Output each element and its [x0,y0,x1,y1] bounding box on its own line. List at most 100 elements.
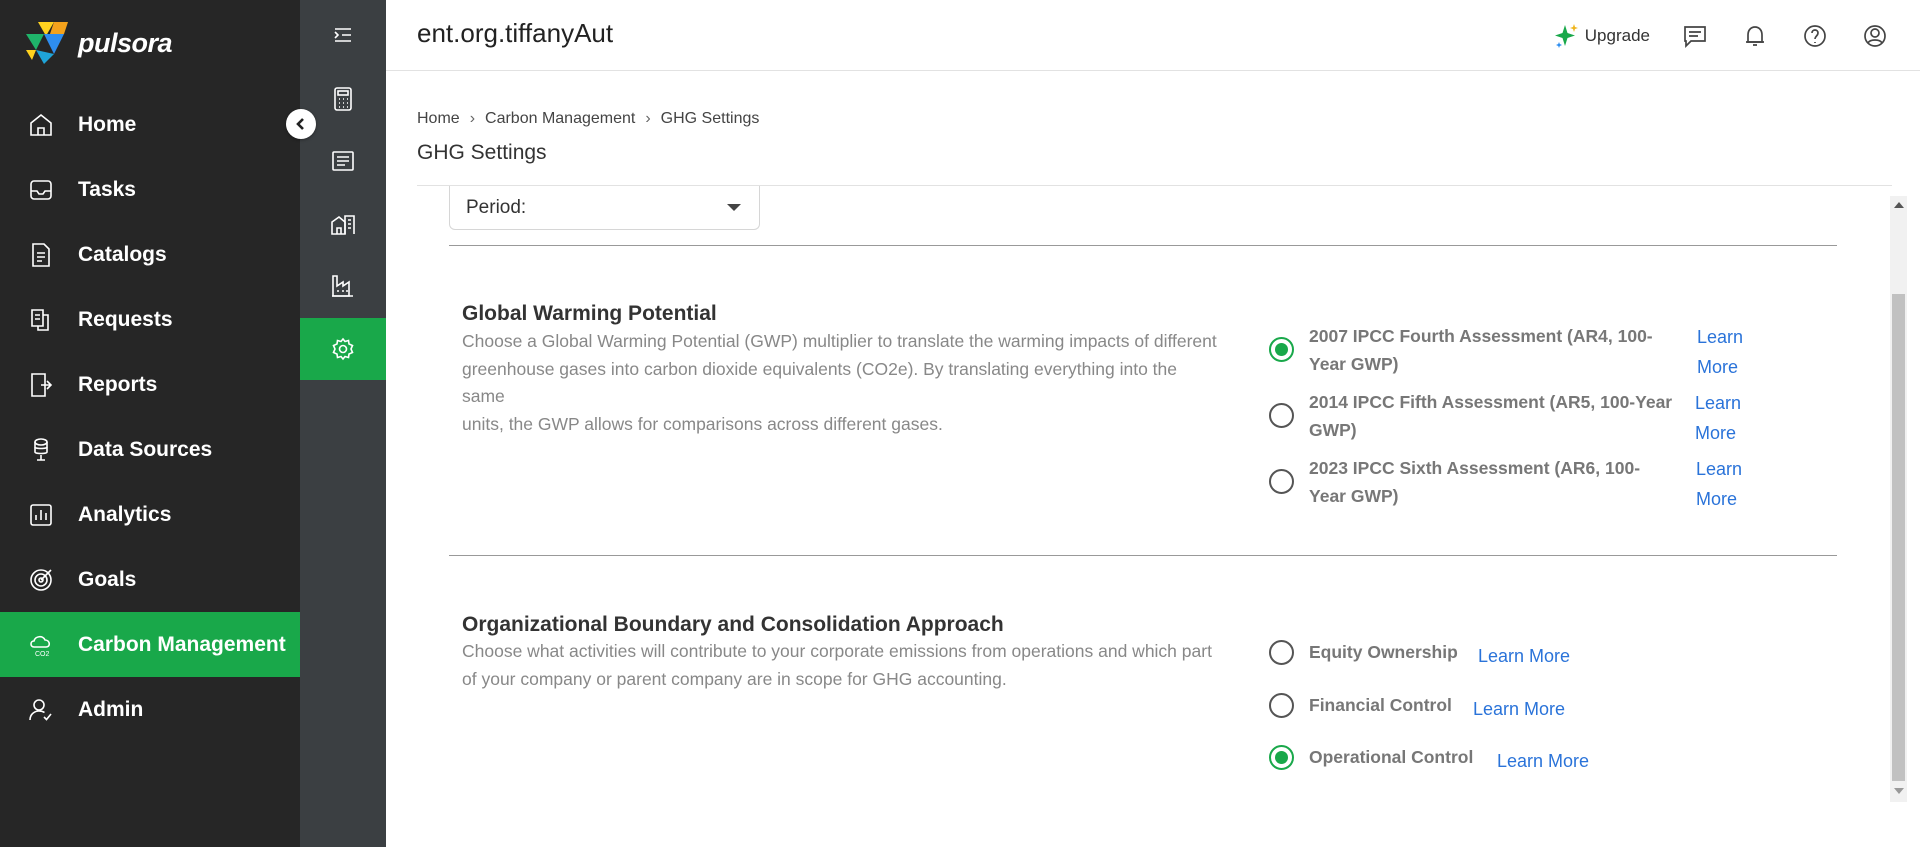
subbar-item-factory[interactable] [300,255,386,317]
messages-button[interactable] [1680,21,1710,51]
breadcrumb-ghg-settings: GHG Settings [660,110,760,127]
period-select-label: Period: [466,196,527,218]
section-divider [449,245,1837,246]
sidebar-item-home[interactable]: Home [0,92,300,157]
gwp-option-label: 2014 IPCC Fifth Assessment (AR5, 100-Yea… [1309,392,1673,440]
boundary-section-description: Choose what activities will contribute t… [462,638,1252,693]
subbar-item-facilities[interactable] [300,193,386,255]
inbox-icon [26,175,56,205]
caret-down-icon [727,204,741,211]
equity-learn-more-link[interactable]: Learn More [1478,641,1570,671]
help-button[interactable] [1800,21,1830,51]
sparkle-icon [1554,23,1578,48]
boundary-option-label: Equity Ownership [1309,642,1458,662]
gwp-ar4-learn-more-link[interactable]: Learn More [1697,322,1743,382]
gwp-option-ar6[interactable]: 2023 IPCC Sixth Assessment (AR6, 100- Ye… [1269,454,1640,510]
bell-icon [1746,25,1764,46]
user-icon [1864,24,1886,47]
boundary-section-title: Organizational Boundary and Consolidatio… [462,613,1004,636]
gwp-ar6-learn-more-link[interactable]: Learn More [1696,454,1742,514]
help-icon [1804,24,1826,47]
sidebar-item-goals[interactable]: Goals [0,547,300,612]
calculator-icon [334,87,352,111]
section-divider [449,555,1837,556]
buildings-icon [331,215,355,235]
breadcrumb-home[interactable]: Home [417,110,460,128]
user-profile-button[interactable] [1860,21,1890,51]
sidebar-item-label: Admin [78,697,144,721]
gwp-ar5-learn-more-link[interactable]: Learn More [1695,388,1741,448]
boundary-desc-line: Choose what activities will contribute t… [462,641,1212,661]
settings-gear-icon [332,337,354,361]
sidebar-item-label: Reports [78,372,158,396]
upgrade-label: Upgrade [1584,25,1650,45]
list-doc-icon [332,151,354,171]
gwp-section-description: Choose a Global Warming Potential (GWP) … [462,328,1252,438]
upgrade-button[interactable]: Upgrade [1553,22,1650,50]
scroll-up-icon[interactable] [1894,202,1904,208]
period-select[interactable]: Period: [449,186,760,230]
sidebar-item-data-sources[interactable]: Data Sources [0,417,300,482]
sidebar-item-label: Home [78,112,137,136]
notifications-button[interactable] [1740,21,1770,51]
chevron-left-icon [296,118,304,130]
sidebar-item-analytics[interactable]: Analytics [0,482,300,547]
main-sidebar: pulsora Home Tasks Catalogs Requests Rep… [0,0,300,847]
sidebar-item-reports[interactable]: Reports [0,352,300,417]
boundary-option-operational[interactable]: Operational Control [1269,743,1473,771]
chat-icon [1684,25,1706,48]
boundary-option-financial[interactable]: Financial Control [1269,691,1452,719]
content-scrollbar[interactable] [1890,196,1907,802]
boundary-option-equity[interactable]: Equity Ownership [1269,638,1458,666]
boundary-radio-financial[interactable] [1269,693,1294,718]
scroll-down-icon[interactable] [1894,788,1904,794]
sidebar-item-carbon-management[interactable]: CO2 Carbon Management [0,612,300,677]
sidebar-item-admin[interactable]: Admin [0,677,300,742]
gwp-option-label: 2023 IPCC Sixth Assessment (AR6, 100- Ye… [1309,458,1641,506]
goals-icon [26,565,56,595]
subbar-toggle-menu[interactable] [300,4,386,66]
database-icon [26,435,56,465]
boundary-option-label: Operational Control [1309,747,1474,767]
sidebar-item-label: Analytics [78,502,172,526]
requests-icon [26,305,56,335]
catalog-icon [26,240,56,270]
pulsora-logo[interactable]: pulsora [24,20,173,66]
sidebar-item-catalogs[interactable]: Catalogs [0,222,300,287]
chevron-right-icon: › [469,110,476,127]
gwp-option-ar4[interactable]: 2007 IPCC Fourth Assessment (AR4, 100- Y… [1269,322,1653,378]
gwp-option-ar5[interactable]: 2014 IPCC Fifth Assessment (AR5, 100-Yea… [1269,388,1672,444]
boundary-desc-line: of your company or parent company are in… [462,668,1007,689]
co2-icon: CO2 [26,630,56,660]
sidebar-item-label: Carbon Management [78,632,286,656]
gwp-option-label: 2007 IPCC Fourth Assessment (AR4, 100- Y… [1309,326,1653,374]
boundary-radio-equity[interactable] [1269,640,1294,665]
sidebar-item-requests[interactable]: Requests [0,287,300,352]
gwp-desc-line: same [462,386,505,406]
admin-icon [26,695,56,725]
operational-learn-more-link[interactable]: Learn More [1497,746,1589,776]
scrollbar-thumb[interactable] [1892,294,1905,781]
sidebar-item-label: Catalogs [78,242,167,266]
gwp-desc-line: Choose a Global Warming Potential (GWP) … [462,331,1217,351]
sidebar-item-label: Data Sources [78,437,213,461]
sidebar-item-tasks[interactable]: Tasks [0,157,300,222]
subbar-item-settings[interactable] [300,318,386,380]
collapse-menu-icon [334,28,351,42]
financial-learn-more-link[interactable]: Learn More [1473,694,1565,724]
settings-content: Period: Global Warming Potential Choose … [417,186,1892,806]
gwp-radio-ar5[interactable] [1269,403,1294,428]
factory-icon [332,275,353,297]
chevron-right-icon: › [645,110,651,127]
analytics-icon [26,500,56,530]
boundary-option-label: Financial Control [1309,695,1452,715]
boundary-radio-operational[interactable] [1269,745,1294,770]
gwp-desc-line: greenhouse gases into carbon dioxide equ… [462,358,1178,379]
gwp-radio-ar6[interactable] [1269,469,1294,494]
sidebar-collapse-button[interactable] [286,109,316,139]
subbar-item-documents[interactable] [300,130,386,192]
org-title: ent.org.tiffanyAut [417,18,614,48]
gwp-radio-ar4[interactable] [1269,337,1294,362]
sidebar-item-label: Tasks [78,177,136,201]
breadcrumb-carbon-management[interactable]: Carbon Management [485,110,635,128]
